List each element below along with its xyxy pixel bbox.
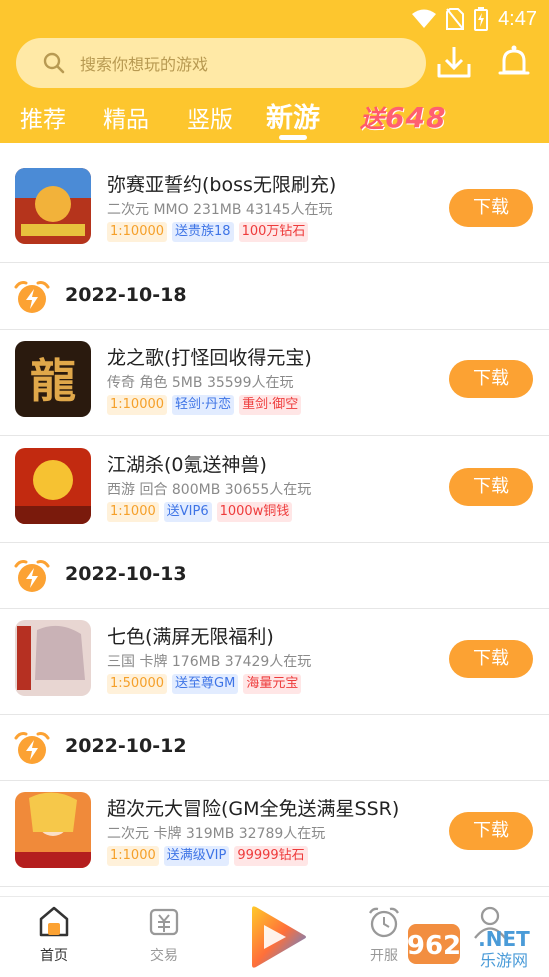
search-input[interactable]: 搜索你想玩的游戏 [16,38,426,88]
date-label: 2022-10-13 [65,563,187,585]
tag-gift: 送VIP6 [163,502,212,522]
tag-ratio: 1:10000 [107,222,168,242]
search-icon [43,52,65,74]
game-title: 龙之歌(打怪回收得元宝) [107,347,312,369]
download-icon[interactable] [436,44,472,80]
tab-vertical[interactable]: 竖版 [187,100,233,134]
game-title: 弥赛亚誓约(boss无限刷充) [107,174,337,196]
game-meta: 三国 卡牌 176MB 37429人在玩 [107,654,312,670]
date-header: 2022-10-12 [0,714,549,781]
home-icon [39,906,69,937]
tag-ratio: 1:1000 [107,846,159,866]
promo-prefix: 送 [360,105,385,133]
tag-gift: 轻剑·丹恋 [172,395,235,415]
tab-indicator [279,135,307,140]
no-sim-icon [446,8,465,30]
download-button[interactable]: 下载 [449,360,533,398]
play-center-icon[interactable] [246,905,308,969]
download-button[interactable]: 下载 [449,640,533,678]
bell-icon[interactable] [496,44,532,80]
status-time: 4:47 [498,7,537,30]
game-icon [15,620,91,696]
tab-recommend[interactable]: 推荐 [20,100,66,134]
game-tags: 1:10000 轻剑·丹恋 重剑·御空 [107,395,302,415]
date-header: 2022-10-18 [0,263,549,330]
tag-bonus: 重剑·御空 [239,395,302,415]
tag-bonus: 99999钻石 [234,846,308,866]
tag-ratio: 1:50000 [107,674,168,694]
tag-bonus: 海量元宝 [243,674,302,694]
wifi-icon [412,9,437,28]
svg-text:乐游网: 乐游网 [480,951,528,970]
tag-ratio: 1:10000 [107,395,168,415]
svg-text:962: 962 [408,931,461,961]
svg-text:.NET: .NET [478,927,530,951]
tab-new-games[interactable]: 新游 [266,96,320,135]
alarm-clock-icon [14,732,50,764]
nav-home-label: 首页 [40,948,68,964]
tag-gift: 送至尊GM [172,674,239,694]
game-title: 江湖杀(0氪送神兽) [107,454,267,476]
nav-trade[interactable]: 交易 [124,905,204,965]
app-header: 4:47 搜索你想玩的游戏 推荐 精品 竖版 新游 送648 [0,0,549,143]
tag-gift: 送满级VIP [163,846,230,866]
date-header: 2022-10-13 [0,542,549,609]
game-row[interactable]: 七色(满屏无限福利) 三国 卡牌 176MB 37429人在玩 1:50000 … [0,608,549,715]
game-tags: 1:1000 送VIP6 1000w铜钱 [107,502,293,522]
game-meta: 二次元 MMO 231MB 43145人在玩 [107,202,333,218]
watermark-logo: 962 .NET 乐游网 [408,924,530,970]
battery-icon [474,7,489,31]
game-meta: 二次元 卡牌 319MB 32789人在玩 [107,826,326,842]
game-meta: 西游 回合 800MB 30655人在玩 [107,482,312,498]
svg-text:龍: 龍 [30,354,76,408]
game-row[interactable]: 超次元大冒险(GM全免送满星SSR) 二次元 卡牌 319MB 32789人在玩… [0,780,549,887]
game-icon [15,168,91,244]
status-bar: 4:47 [412,6,537,32]
alarm-clock-icon [14,281,50,313]
tag-bonus: 1000w铜钱 [216,502,293,522]
date-label: 2022-10-12 [65,735,187,757]
tag-ratio: 1:1000 [107,502,159,522]
tag-bonus: 100万钻石 [238,222,309,242]
tab-promo-648[interactable]: 送648 [360,99,446,134]
promo-amount: 648 [385,101,447,134]
nav-trade-label: 交易 [150,948,178,964]
date-label: 2022-10-18 [65,284,187,306]
trade-icon [149,908,179,936]
game-meta: 传奇 角色 5MB 35599人在玩 [107,375,294,391]
game-tags: 1:50000 送至尊GM 海量元宝 [107,674,302,694]
alarm-clock-icon [14,560,50,592]
tag-gift: 送贵族18 [172,222,234,242]
tab-premium[interactable]: 精品 [103,100,149,134]
game-row[interactable]: 弥赛亚誓约(boss无限刷充) 二次元 MMO 231MB 43145人在玩 1… [0,156,549,263]
download-button[interactable]: 下载 [449,189,533,227]
game-row[interactable]: 江湖杀(0氪送神兽) 西游 回合 800MB 30655人在玩 1:1000 送… [0,436,549,543]
nav-home[interactable]: 首页 [14,905,94,965]
download-button[interactable]: 下载 [449,468,533,506]
game-row[interactable]: 龍 龙之歌(打怪回收得元宝) 传奇 角色 5MB 35599人在玩 1:1000… [0,329,549,436]
game-icon [15,792,91,868]
game-title: 七色(满屏无限福利) [107,626,274,648]
game-tags: 1:1000 送满级VIP 99999钻石 [107,846,308,866]
tab-bar: 推荐 精品 竖版 新游 [0,96,549,143]
search-placeholder: 搜索你想玩的游戏 [80,55,209,74]
download-button[interactable]: 下载 [449,812,533,850]
game-title: 超次元大冒险(GM全免送满星SSR) [107,798,400,820]
game-icon: 龍 [15,341,91,417]
alarm-icon [369,907,399,938]
game-tags: 1:10000 送贵族18 100万钻石 [107,222,309,242]
game-icon [15,448,91,524]
